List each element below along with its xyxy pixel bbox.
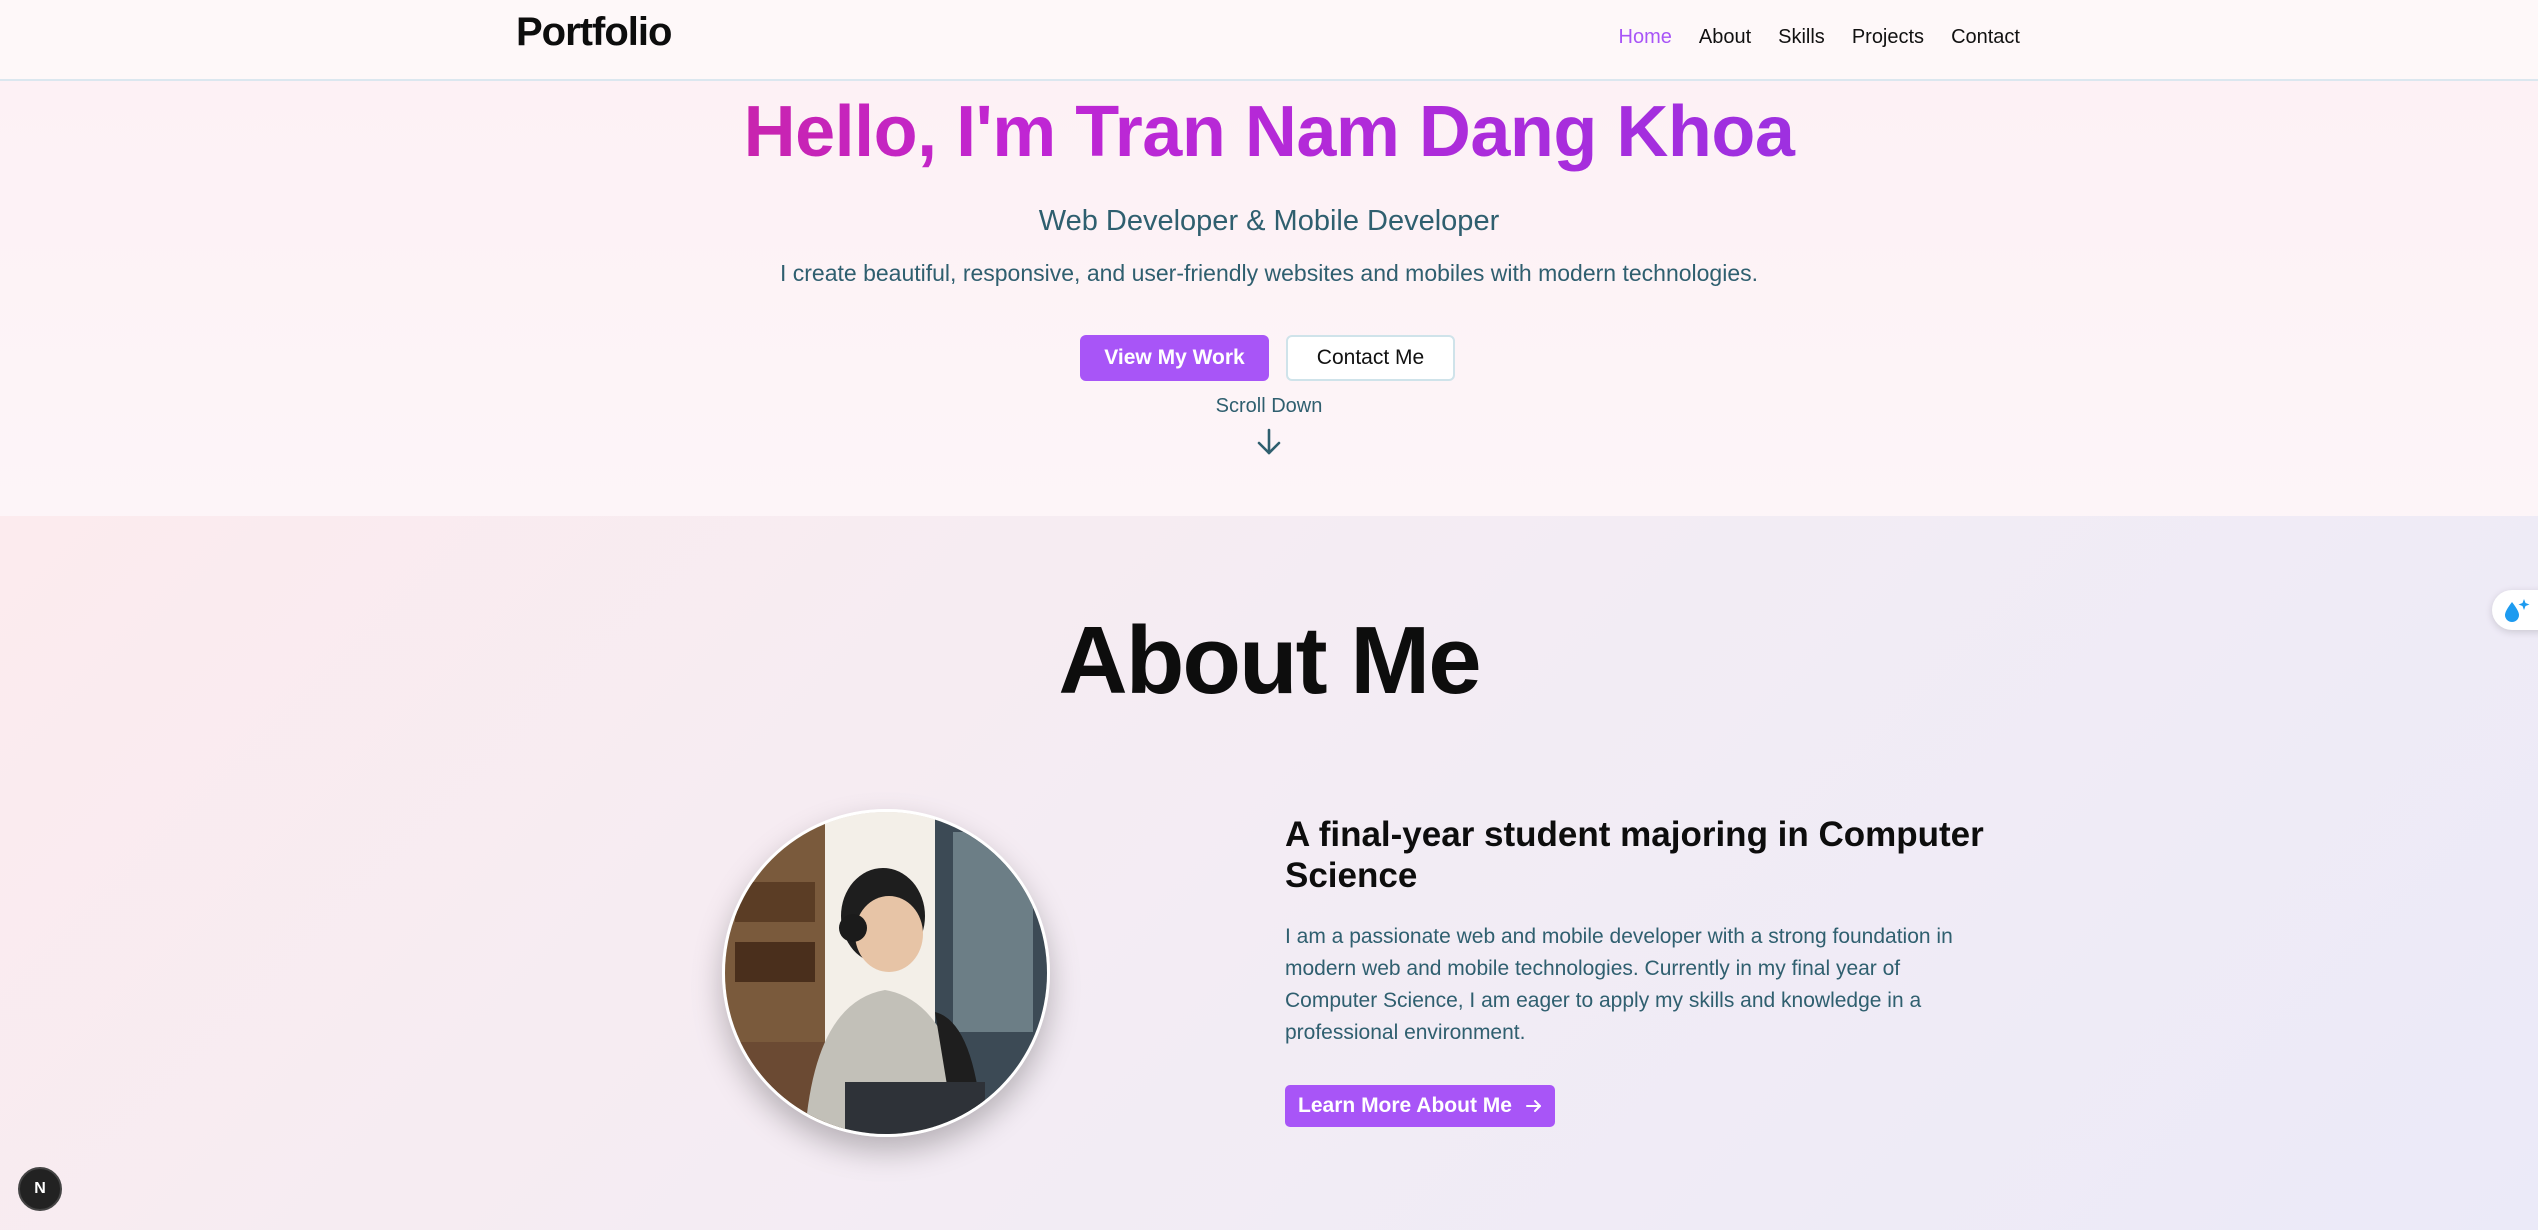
arrow-down-icon[interactable] [1255,427,1283,457]
about-section: About Me A final-year student majoring i… [0,516,2538,1230]
nav-links: Home About Skills Projects Contact [1592,26,2020,49]
badge-letter: N [34,1180,46,1197]
nav-link-about[interactable]: About [1699,26,1751,49]
nav-link-skills[interactable]: Skills [1778,26,1825,49]
learn-more-button[interactable]: Learn More About Me [1285,1085,1555,1127]
profile-photo [722,809,1050,1137]
learn-more-label: Learn More About Me [1298,1094,1512,1117]
about-description: I am a passionate web and mobile develop… [1285,925,1953,1044]
side-extension-widget[interactable] [2492,590,2538,630]
view-my-work-button[interactable]: View My Work [1080,335,1269,381]
nav-link-projects[interactable]: Projects [1852,26,1924,49]
contact-me-button[interactable]: Contact Me [1286,335,1455,381]
hero-section: Hello, I'm Tran Nam Dang Khoa Web Develo… [0,81,2538,516]
nav-link-home[interactable]: Home [1619,26,1672,49]
framework-dev-badge[interactable]: N [18,1167,62,1211]
navbar: Portfolio Home About Skills Projects Con… [0,0,2538,81]
arrow-right-icon [1525,1100,1541,1112]
droplet-sparkle-icon [2505,599,2530,622]
site-logo[interactable]: Portfolio [516,10,672,55]
nav-link-contact[interactable]: Contact [1951,26,2020,49]
about-heading: A final-year student majoring in Compute… [1285,815,1984,895]
hero-subtitle: Web Developer & Mobile Developer [1038,205,1500,237]
profile-photo-illustration [725,812,1047,1134]
about-title: About Me [1058,607,1481,714]
hero-description: I create beautiful, responsive, and user… [779,260,1759,286]
scroll-down-label[interactable]: Scroll Down [0,395,2538,418]
hero-title: Hello, I'm Tran Nam Dang Khoa [0,89,2538,175]
